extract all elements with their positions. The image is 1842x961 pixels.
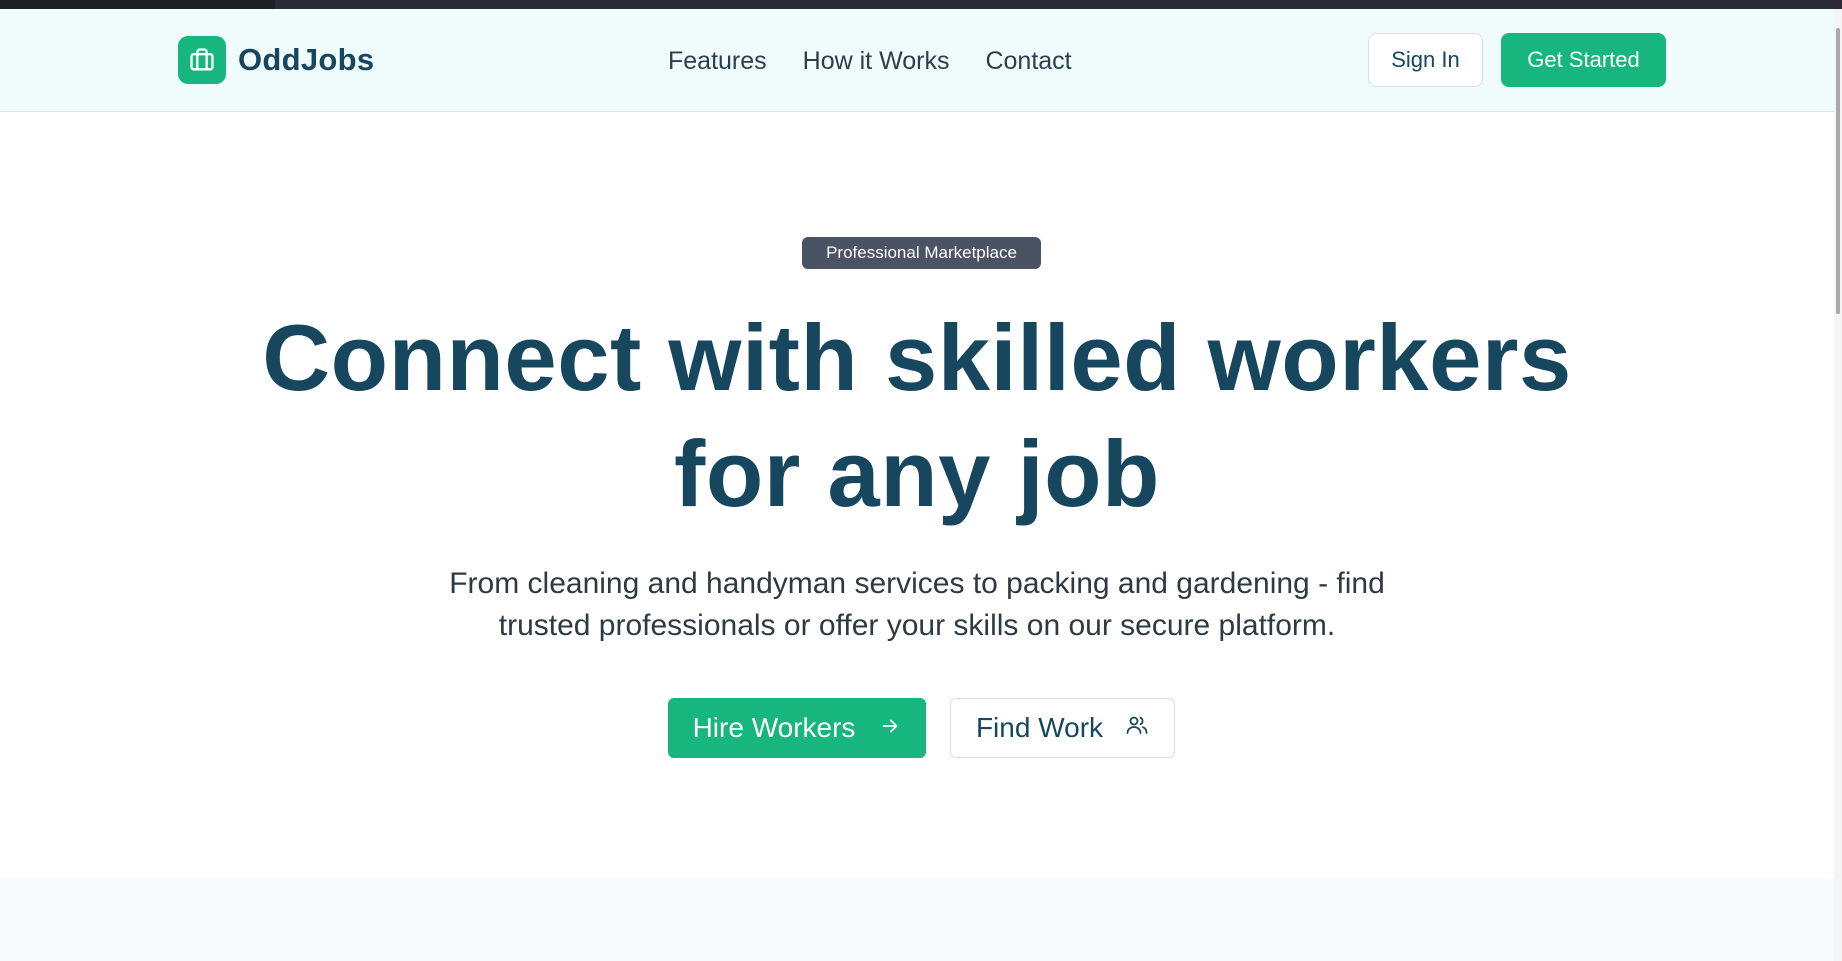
sign-in-button[interactable]: Sign In [1368,33,1483,87]
main-nav: Features How it Works Contact [668,47,1072,75]
hero-title-line-1: Connect with skilled workers [262,305,1572,410]
hero-subtitle-line-1: From cleaning and handyman services to p… [449,567,1385,600]
nav-link-how-it-works[interactable]: How it Works [803,47,950,75]
scrollbar-thumb[interactable] [1836,28,1840,314]
hero-subtitle: From cleaning and handyman services to p… [400,563,1434,647]
hero-badge: Professional Marketplace [802,237,1041,269]
hire-workers-button[interactable]: Hire Workers [668,698,926,758]
hero-title-line-2: for any job [674,421,1160,526]
briefcase-icon [178,36,226,84]
users-icon [1125,712,1149,744]
find-work-label: Find Work [975,712,1104,743]
hero-title: Connect with skilled workers for any job [200,300,1634,532]
get-started-button[interactable]: Get Started [1501,33,1666,87]
nav-link-contact[interactable]: Contact [985,47,1071,75]
nav-link-features[interactable]: Features [668,47,767,75]
browser-tab-strip [275,0,1842,9]
find-work-button[interactable]: Find Work [950,698,1175,758]
next-section-preview [0,878,1834,961]
hire-workers-label: Hire Workers [692,712,856,743]
hero-subtitle-line-2: trusted professionals or offer your skil… [498,609,1336,642]
brand-logo-link[interactable]: OddJobs [178,36,374,84]
brand-name: OddJobs [238,42,375,77]
site-header: OddJobs Features How it Works Contact Si… [0,9,1834,112]
arrow-right-icon [879,712,901,744]
